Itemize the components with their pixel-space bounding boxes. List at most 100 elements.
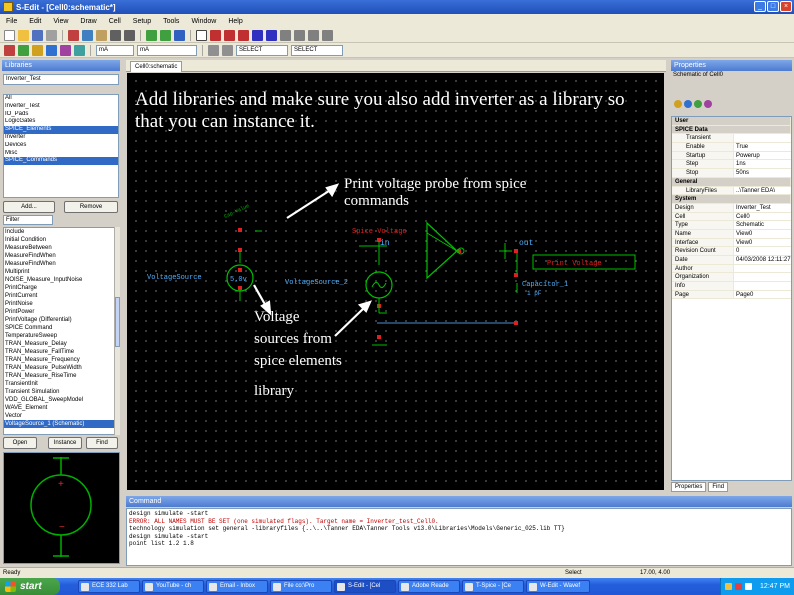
cell-item[interactable]: MeasureFindWhen — [4, 260, 115, 268]
library-item[interactable]: Devices — [4, 142, 118, 150]
taskbar-item[interactable]: ECE 332 Lab — [78, 580, 140, 593]
port-icon[interactable] — [252, 29, 263, 41]
cell-item[interactable]: TemperatureSweep — [4, 332, 115, 340]
cell-item[interactable]: MeasureBetween — [4, 244, 115, 252]
wire-icon[interactable] — [210, 29, 221, 41]
snap-icon[interactable] — [222, 44, 233, 56]
close-icon[interactable]: × — [780, 1, 792, 12]
scrollbar-thumb[interactable] — [115, 297, 120, 347]
cell-item[interactable]: Initial Condition — [4, 236, 115, 244]
menu-tools[interactable]: Tools — [163, 18, 179, 25]
units-field-2[interactable]: mA — [137, 44, 197, 56]
menu-window[interactable]: Window — [191, 18, 216, 25]
net-label-icon[interactable] — [238, 29, 249, 41]
delete-property-icon[interactable] — [704, 100, 712, 108]
cell-list[interactable]: Include Initial Condition MeasureBetween… — [3, 227, 116, 435]
circle-icon[interactable] — [294, 29, 305, 41]
library-item[interactable]: SPICE_Commands — [4, 157, 118, 166]
cell-list-scrollbar[interactable] — [114, 227, 120, 435]
cell-item[interactable]: TransientInit — [4, 380, 115, 388]
command-output[interactable]: design simulate -start ERROR: ALL NAMES … — [126, 508, 792, 566]
add-library-button[interactable]: Add... — [3, 201, 55, 213]
menu-view[interactable]: View — [53, 18, 68, 25]
cut-icon[interactable] — [68, 29, 79, 41]
library-item[interactable]: All — [4, 95, 118, 103]
cell-item[interactable]: SPICE Command — [4, 324, 115, 332]
menu-draw[interactable]: Draw — [80, 18, 96, 25]
cell-item[interactable]: PrintVoltage (Differential) — [4, 316, 115, 324]
library-item[interactable]: Inverter_Test — [4, 103, 118, 111]
library-item[interactable]: Misc — [4, 150, 118, 158]
menu-file[interactable]: File — [6, 18, 17, 25]
mode-field-1[interactable]: SELECT — [236, 44, 288, 56]
library-item[interactable]: IO_Pads — [4, 111, 118, 119]
bus-icon[interactable] — [224, 29, 235, 41]
pin-icon[interactable] — [4, 44, 15, 56]
zoom-out-icon[interactable] — [160, 29, 171, 41]
zoom-fit-icon[interactable] — [174, 29, 185, 41]
cell-item[interactable]: PrintCharge — [4, 284, 115, 292]
cell-item[interactable]: Include — [4, 228, 115, 236]
library-item[interactable]: Inverter — [4, 134, 118, 142]
cell-item[interactable]: PrintCurrent — [4, 292, 115, 300]
text-icon[interactable] — [266, 29, 277, 41]
select-arrow-icon[interactable] — [196, 29, 207, 41]
menu-cell[interactable]: Cell — [109, 18, 121, 25]
grid-icon[interactable] — [208, 44, 219, 56]
print-icon[interactable] — [46, 29, 57, 41]
undo-icon[interactable] — [110, 29, 121, 41]
open-icon[interactable] — [18, 29, 29, 41]
probe-icon[interactable] — [60, 44, 71, 56]
cell-item[interactable]: VDD_GLOBAL_SweepModel — [4, 396, 115, 404]
arc-icon[interactable] — [322, 29, 333, 41]
library-item-selected[interactable]: SPICE_Elements — [4, 126, 118, 134]
cell-item[interactable]: PrintNoise — [4, 300, 115, 308]
cell-item[interactable]: TRAN_Measure_Delay — [4, 340, 115, 348]
check-icon[interactable] — [18, 44, 29, 56]
cell-item[interactable]: TRAN_Measure_FallTime — [4, 348, 115, 356]
cell-item[interactable]: Vector — [4, 412, 115, 420]
add-property-icon[interactable] — [694, 100, 702, 108]
maximize-icon[interactable]: □ — [767, 1, 779, 12]
taskbar-item[interactable]: File co:\Pro — [270, 580, 332, 593]
filter-selector[interactable]: Filter — [3, 215, 53, 225]
save-icon[interactable] — [32, 29, 43, 41]
category-icon[interactable] — [684, 100, 692, 108]
box-icon[interactable] — [280, 29, 291, 41]
redo-icon[interactable] — [124, 29, 135, 41]
taskbar-item-active[interactable]: S-Edit - [Cel — [334, 580, 396, 593]
open-cell-button[interactable]: Open — [3, 437, 37, 449]
instance-cell-button[interactable]: Instance — [48, 437, 82, 449]
cell-item[interactable]: Multiprint — [4, 268, 115, 276]
find-cell-button[interactable]: Find — [86, 437, 118, 449]
menu-edit[interactable]: Edit — [29, 18, 41, 25]
paste-icon[interactable] — [96, 29, 107, 41]
tray-network-icon[interactable] — [725, 583, 732, 590]
cell-item[interactable]: WAVE_Element — [4, 404, 115, 412]
library-selector[interactable]: Inverter_Test — [3, 74, 119, 85]
cell-item[interactable]: TRAN_Measure_PulseWidth — [4, 364, 115, 372]
cell-item[interactable]: TRAN_Measure_RiseTime — [4, 372, 115, 380]
menu-setup[interactable]: Setup — [133, 18, 151, 25]
tray-security-icon[interactable] — [735, 583, 742, 590]
units-field-1[interactable]: mA — [96, 44, 134, 56]
cell-item-selected[interactable]: VoltageSource_1 (Schematic) — [4, 420, 115, 428]
tab-cell0-schematic[interactable]: Cell0:schematic — [130, 61, 183, 72]
mode-field-2[interactable]: SELECT — [291, 44, 343, 56]
menu-help[interactable]: Help — [228, 18, 242, 25]
taskbar-item[interactable]: YouTube - ch — [142, 580, 204, 593]
cell-item[interactable]: NOISE_Measure_InputNoise — [4, 276, 115, 284]
taskbar-item[interactable]: W-Edit - Wavef — [526, 580, 590, 593]
taskbar-item[interactable]: Email - Inbox — [206, 580, 268, 593]
copy-icon[interactable] — [82, 29, 93, 41]
start-button[interactable]: start — [0, 578, 60, 595]
schematic-canvas[interactable]: 5.0v Spice Voltage VoltageSource Voltage… — [127, 73, 664, 490]
cell-item[interactable]: Transient Simulation — [4, 388, 115, 396]
cell-item[interactable]: PrintPower — [4, 308, 115, 316]
new-icon[interactable] — [4, 29, 15, 41]
tray-volume-icon[interactable] — [745, 583, 752, 590]
tab-find[interactable]: Find — [708, 482, 729, 492]
tab-properties[interactable]: Properties — [671, 482, 707, 492]
remove-library-button[interactable]: Remove — [64, 201, 118, 213]
property-grid[interactable]: User SPICE Data Transient Enable True Sta… — [671, 116, 792, 481]
